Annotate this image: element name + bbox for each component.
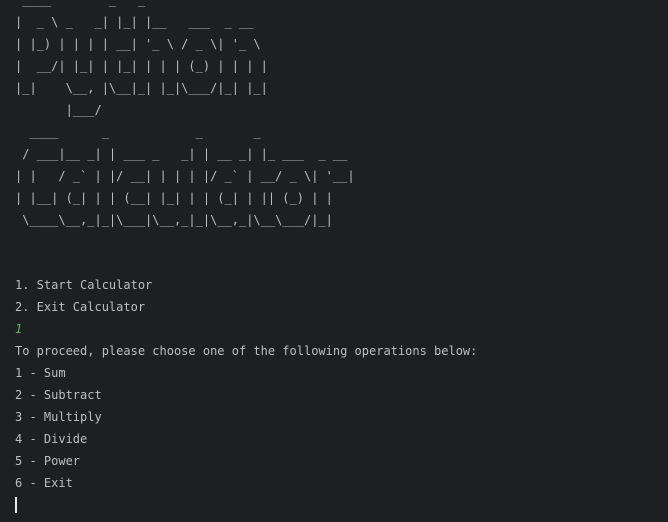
- calculator-ascii-banner: ____ _ _ _ / ___|__ _| | ___ _ _| | __ _…: [15, 125, 355, 227]
- menu-start-option: 1. Start Calculator: [15, 278, 153, 292]
- text-cursor: [15, 496, 17, 513]
- operation-multiply: 3 - Multiply: [15, 410, 102, 424]
- console-lines: 1. Start Calculator 2. Exit Calculator 1…: [15, 274, 655, 516]
- operations-prompt: To proceed, please choose one of the fol…: [15, 344, 478, 358]
- operation-exit: 6 - Exit: [15, 476, 73, 490]
- operation-divide: 4 - Divide: [15, 432, 88, 446]
- operation-sum: 1 - Sum: [15, 366, 66, 380]
- menu-exit-option: 2. Exit Calculator: [15, 300, 146, 314]
- operation-subtract: 2 - Subtract: [15, 388, 102, 402]
- python-ascii-banner: ____ _ _ | _ \ _ _| |_| |__ ___ _ __ | |…: [15, 0, 268, 117]
- operation-power: 5 - Power: [15, 454, 81, 468]
- user-input-choice: 1: [15, 322, 23, 336]
- input-line[interactable]: [15, 494, 655, 516]
- terminal-output[interactable]: ____ _ _ | _ \ _ _| |_| |__ ___ _ __ | |…: [0, 0, 668, 522]
